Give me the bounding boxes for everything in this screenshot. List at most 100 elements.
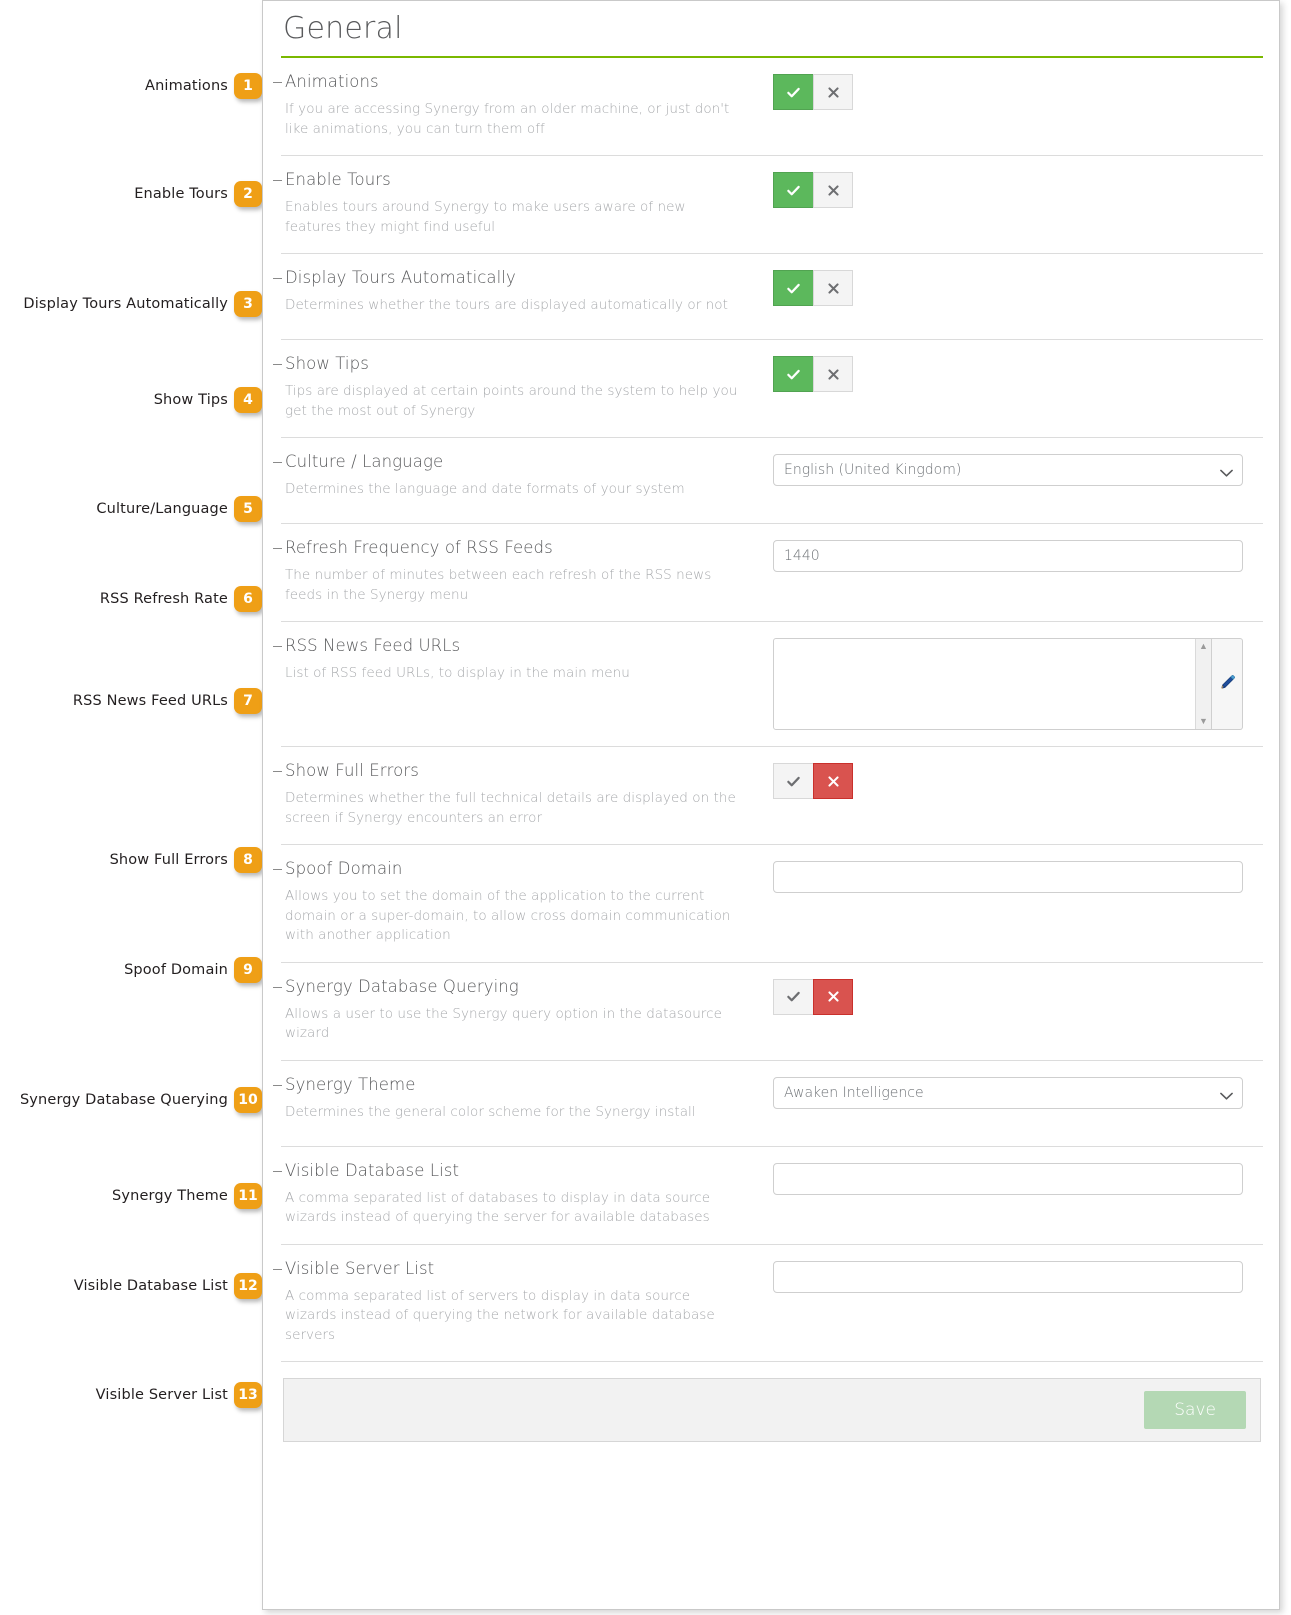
toggle-no-button[interactable] [813, 172, 853, 208]
setting-info: Enable Tours Enables tours around Synergy… [273, 170, 773, 237]
setting-row-rss_refresh_rate: Refresh Frequency of RSS Feeds The number… [273, 524, 1263, 622]
callout-label: RSS News Feed URLs [72, 693, 228, 709]
callout-number-badge: 8 [234, 847, 262, 873]
setting-info: RSS News Feed URLs List of RSS feed URLs,… [273, 636, 773, 684]
setting-row-animations: Animations If you are accessing Synergy f… [273, 58, 1263, 156]
setting-title: Synergy Theme [285, 1074, 416, 1094]
setting-description: List of RSS feed URLs, to display in the… [285, 665, 630, 681]
callout-2: Enable Tours 2 [134, 181, 262, 207]
setting-description: Determines whether the tours are display… [285, 297, 728, 313]
setting-info: Culture / Language Determines the languag… [273, 452, 773, 500]
row-connector-tick [273, 1268, 282, 1270]
setting-control [773, 859, 1263, 893]
setting-title: Show Tips [285, 354, 369, 373]
toggle-yes-button[interactable] [773, 172, 813, 208]
row-connector-tick [273, 986, 282, 988]
setting-description: If you are accessing Synergy from an old… [285, 101, 730, 137]
form-footer: Save [283, 1378, 1261, 1442]
setting-description: Determines the general color scheme for … [285, 1103, 696, 1120]
callout-number-badge: 2 [234, 181, 262, 207]
setting-row-synergy_theme: Synergy Theme Determines the general colo… [273, 1061, 1263, 1147]
edit-rss-urls-button[interactable] [1212, 638, 1243, 730]
select-synergy_theme-value[interactable] [773, 1076, 1243, 1109]
settings-page: Animations 1 Enable Tours 2 Display Tours Au… [0, 0, 1291, 1615]
setting-title: Enable Tours [285, 170, 391, 189]
setting-control [773, 1075, 1263, 1109]
callout-annotations: Animations 1 Enable Tours 2 Display Tours Au… [0, 0, 308, 1615]
setting-info: Display Tours Automatically Determines wh… [273, 268, 773, 316]
setting-row-display_tours_automatically: Display Tours Automatically Determines wh… [273, 254, 1263, 340]
setting-control [773, 452, 1263, 486]
input-rss_refresh_rate[interactable] [773, 540, 1243, 572]
callout-label: Synergy Theme [112, 1188, 228, 1204]
setting-description: Allows a user to use the Synergy query o… [285, 1005, 722, 1042]
check-icon [786, 989, 801, 1004]
setting-row-show_full_errors: Show Full Errors Determines whether the f… [273, 747, 1263, 845]
setting-row-rss_news_feed_urls: RSS News Feed URLs List of RSS feed URLs,… [273, 622, 1263, 747]
textarea-group-rss_news_feed_urls: ▲ ▼ [773, 638, 1243, 730]
toggle-no-button[interactable] [813, 763, 853, 799]
input-visible_database_list[interactable] [773, 1162, 1243, 1195]
setting-row-visible_database_list: Visible Database List A comma separated l… [273, 1147, 1263, 1245]
setting-control [773, 761, 1263, 799]
callout-number-badge: 7 [234, 688, 262, 714]
setting-description: Enables tours around Synergy to make use… [285, 199, 686, 235]
callout-label: Spoof Domain [124, 962, 228, 978]
callout-9: Spoof Domain 9 [124, 957, 262, 983]
setting-title: Culture / Language [285, 452, 444, 471]
input-spoof_domain[interactable] [773, 861, 1243, 893]
toggle-yes-button[interactable] [773, 356, 813, 392]
callout-label: Visible Server List [95, 1387, 228, 1403]
textarea-scrollbar[interactable]: ▲ ▼ [1195, 639, 1211, 729]
callout-number-badge: 10 [234, 1087, 262, 1113]
textarea-container: ▲ ▼ [773, 638, 1212, 730]
toggle-yes-button[interactable] [773, 270, 813, 306]
callout-7: RSS News Feed URLs 7 [73, 688, 262, 714]
callout-label: Show Full Errors [109, 852, 228, 868]
callout-label: Visible Database List [73, 1278, 228, 1294]
check-icon [786, 281, 801, 296]
toggle-yes-button[interactable] [773, 763, 813, 799]
setting-description: Determines the language and date formats… [285, 481, 685, 497]
toggle-enable_tours [773, 172, 853, 208]
setting-description: Allows you to set the domain of the appl… [285, 888, 731, 943]
callout-label: Animations [145, 78, 228, 94]
setting-info: Synergy Theme Determines the general colo… [273, 1074, 773, 1123]
pencil-icon [1219, 674, 1236, 694]
row-connector-tick [273, 82, 282, 83]
callout-number-badge: 5 [234, 496, 262, 522]
row-connector-tick [273, 364, 282, 365]
callout-8: Show Full Errors 8 [110, 847, 262, 873]
triangle-down-icon[interactable]: ▼ [1199, 717, 1208, 726]
callout-3: Display Tours Automatically 3 [23, 291, 262, 317]
input-visible_server_list[interactable] [773, 1260, 1243, 1293]
callout-label: RSS Refresh Rate [99, 591, 228, 607]
triangle-up-icon[interactable]: ▲ [1199, 642, 1208, 651]
callout-label: Display Tours Automatically [23, 296, 228, 312]
toggle-no-button[interactable] [813, 978, 853, 1015]
setting-row-spoof_domain: Spoof Domain Allows you to set the domain… [273, 845, 1263, 963]
general-settings-panel: General Animations If you are accessing S… [262, 0, 1280, 1610]
setting-row-visible_server_list: Visible Server List A comma separated lis… [273, 1245, 1263, 1362]
setting-title: Display Tours Automatically [285, 268, 516, 287]
save-button[interactable]: Save [1144, 1391, 1246, 1429]
toggle-no-button[interactable] [813, 270, 853, 306]
textarea-rss_news_feed_urls[interactable] [774, 639, 1211, 729]
toggle-no-button[interactable] [813, 74, 853, 110]
setting-title: Spoof Domain [285, 859, 403, 878]
setting-row-synergy_database_querying: Synergy Database Querying Allows a user t… [273, 963, 1263, 1061]
page-title: General [283, 11, 403, 46]
setting-info: Show Full Errors Determines whether the f… [273, 761, 773, 828]
toggle-no-button[interactable] [813, 356, 853, 392]
toggle-yes-button[interactable] [773, 978, 813, 1015]
toggle-yes-button[interactable] [773, 74, 813, 110]
callout-label: Culture/Language [96, 501, 228, 517]
callout-4: Show Tips 4 [154, 387, 262, 413]
select-culture_language-value[interactable] [773, 454, 1243, 486]
callout-number-badge: 9 [234, 957, 262, 983]
callout-number-badge: 6 [234, 586, 262, 612]
row-connector-tick [273, 548, 282, 549]
setting-control [773, 1161, 1263, 1195]
setting-control: ▲ ▼ [773, 636, 1263, 730]
cross-icon [827, 282, 840, 295]
